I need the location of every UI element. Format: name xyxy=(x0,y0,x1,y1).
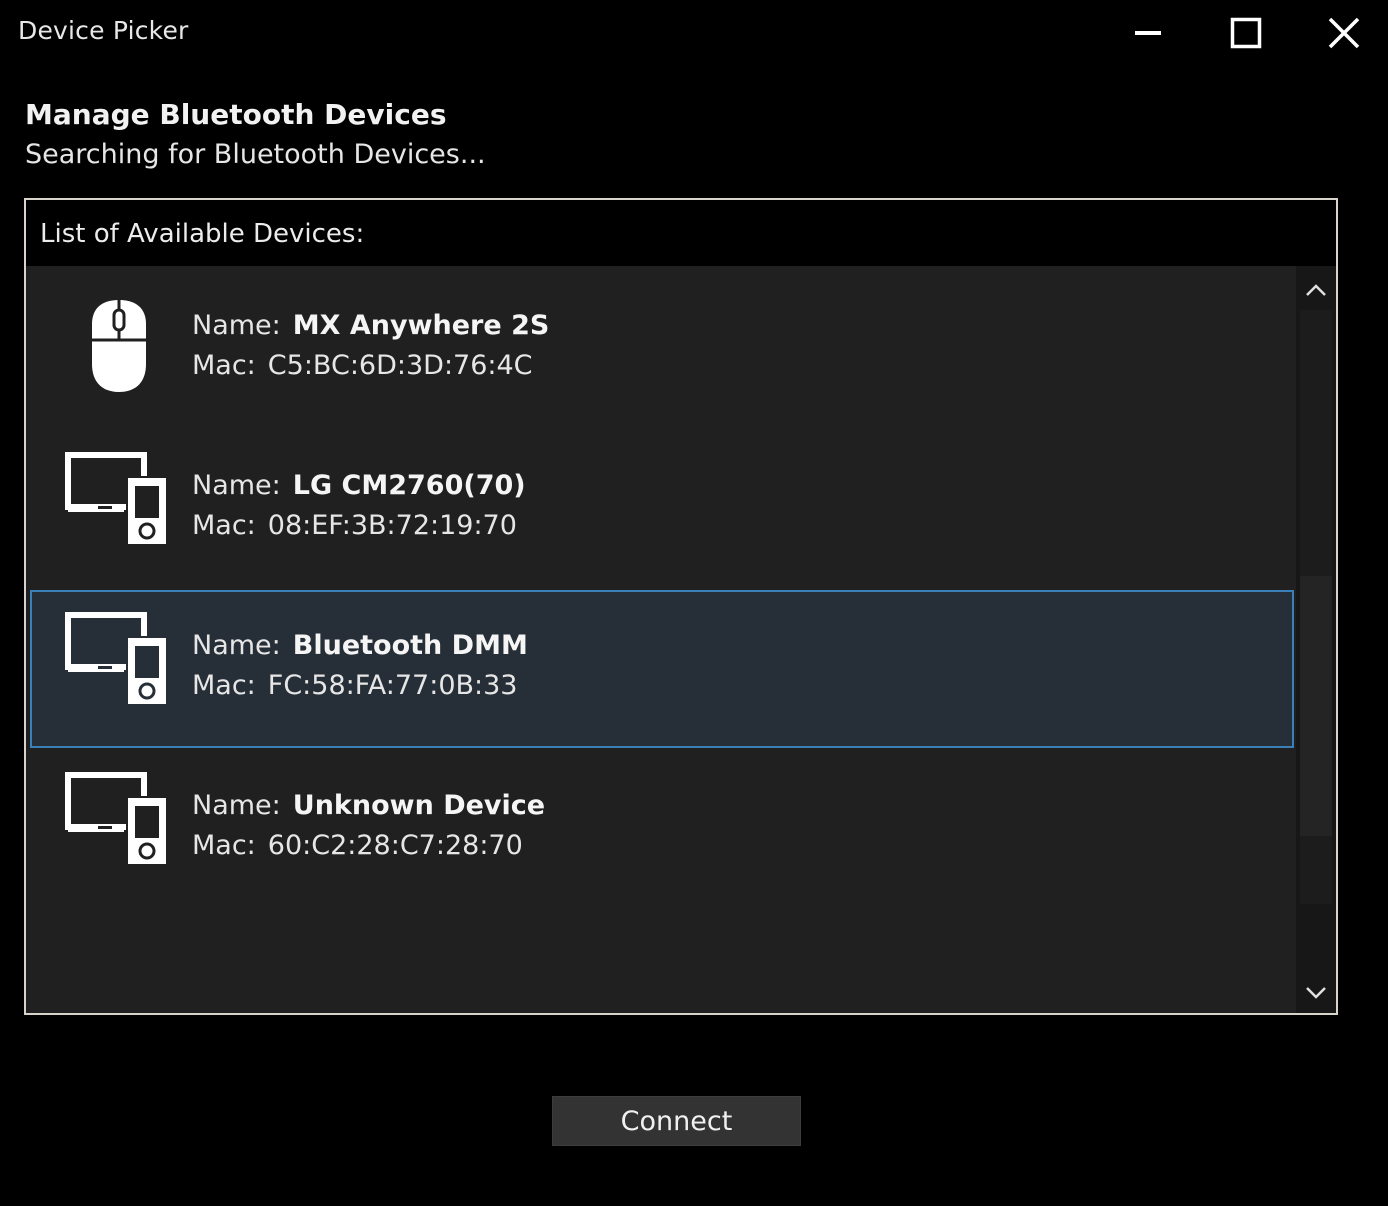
title-bar[interactable]: Device Picker xyxy=(0,0,1388,66)
page-heading: Manage Bluetooth Devices xyxy=(25,98,447,131)
device-list-item-selected[interactable]: Name: Bluetooth DMM Mac: FC:58:FA:77:0B:33 xyxy=(30,590,1294,748)
devices-icon xyxy=(65,452,168,546)
device-list: Name: MX Anywhere 2S Mac: C5:BC:6D:3D:76:4… xyxy=(26,266,1336,1013)
mouse-icon xyxy=(92,300,146,392)
name-label: Name: xyxy=(192,630,281,661)
device-list-item[interactable]: Name: LG CM2760(70) Mac: 08:EF:3B:72:19:70 xyxy=(30,430,1294,588)
device-info: Name: MX Anywhere 2S Mac: C5:BC:6D:3D:76:4… xyxy=(192,306,549,386)
devices-icon xyxy=(65,772,168,866)
device-mac: 08:EF:3B:72:19:70 xyxy=(267,510,517,541)
chevron-up-icon xyxy=(1306,284,1326,296)
chevron-down-icon xyxy=(1306,987,1326,999)
device-name: Unknown Device xyxy=(292,790,546,821)
device-info: Name: LG CM2760(70) Mac: 08:EF:3B:72:19:70 xyxy=(192,466,526,546)
close-icon xyxy=(1328,17,1360,49)
device-info: Name: Unknown Device Mac: 60:C2:28:C7:28:7… xyxy=(192,786,545,866)
mac-label: Mac: xyxy=(192,350,256,381)
devices-icon xyxy=(65,612,168,706)
name-label: Name: xyxy=(192,470,281,501)
scroll-down-button[interactable] xyxy=(1296,973,1336,1013)
device-list-item[interactable]: Name: MX Anywhere 2S Mac: C5:BC:6D:3D:76:4… xyxy=(30,270,1294,428)
device-mac: C5:BC:6D:3D:76:4C xyxy=(267,350,533,381)
name-label: Name: xyxy=(192,310,281,341)
scroll-up-button[interactable] xyxy=(1296,270,1336,310)
connect-button[interactable]: Connect xyxy=(552,1096,801,1146)
maximize-icon xyxy=(1230,17,1262,49)
device-list-header-label: List of Available Devices: xyxy=(40,219,365,249)
device-name: LG CM2760(70) xyxy=(292,470,526,501)
window-title: Device Picker xyxy=(18,16,189,45)
maximize-button[interactable] xyxy=(1198,0,1294,66)
name-label: Name: xyxy=(192,790,281,821)
minimize-icon xyxy=(1135,31,1161,35)
device-mac: FC:58:FA:77:0B:33 xyxy=(267,670,518,701)
device-mac: 60:C2:28:C7:28:70 xyxy=(267,830,523,861)
device-info: Name: Bluetooth DMM Mac: FC:58:FA:77:0B:33 xyxy=(192,626,528,706)
minimize-button[interactable] xyxy=(1100,0,1196,66)
scroll-thumb[interactable] xyxy=(1300,576,1332,836)
mac-label: Mac: xyxy=(192,670,256,701)
mac-label: Mac: xyxy=(192,830,256,861)
close-button[interactable] xyxy=(1296,0,1388,66)
device-list-header: List of Available Devices: xyxy=(26,200,1336,266)
device-picker-window: Device Picker Manage Bluetooth Devices S… xyxy=(0,0,1388,1206)
mac-label: Mac: xyxy=(192,510,256,541)
device-list-panel: List of Available Devices: Name: MX Anywh… xyxy=(24,198,1338,1015)
device-name: Bluetooth DMM xyxy=(292,630,528,661)
device-name: MX Anywhere 2S xyxy=(292,310,550,341)
device-list-item[interactable]: Name: Unknown Device Mac: 60:C2:28:C7:28:7… xyxy=(30,750,1294,908)
vertical-scrollbar[interactable] xyxy=(1296,266,1336,1013)
search-status: Searching for Bluetooth Devices... xyxy=(25,139,486,170)
